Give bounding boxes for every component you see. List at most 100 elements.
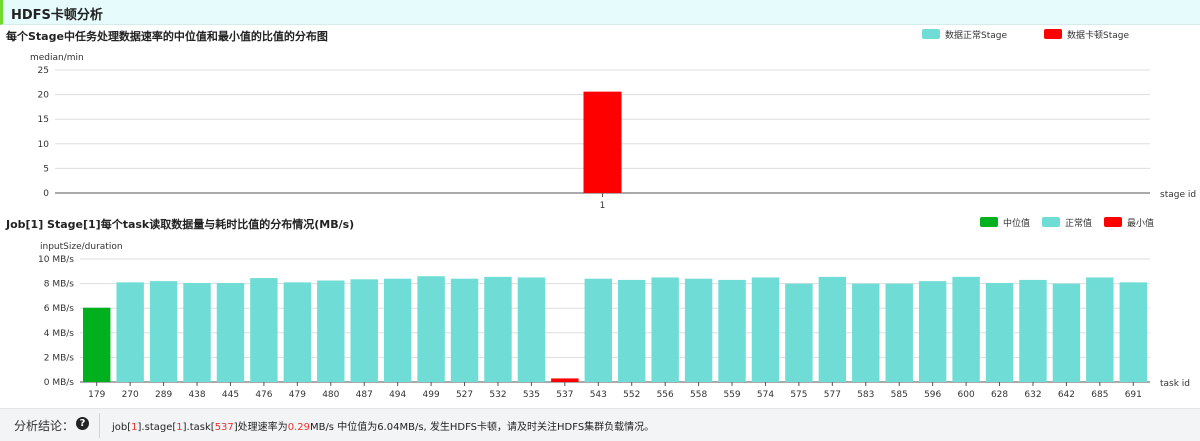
- legend-label: 正常值: [1065, 217, 1092, 229]
- x-tick-label: 691: [1125, 390, 1142, 400]
- x-tick-label: 527: [456, 390, 473, 400]
- x-tick-label: 632: [1024, 390, 1041, 400]
- y-tick-label: 20: [38, 91, 50, 101]
- x-tick-label: 642: [1058, 390, 1075, 400]
- x-axis-label: task id: [1160, 379, 1190, 389]
- bar: [283, 282, 312, 382]
- bar: [317, 280, 345, 382]
- x-tick-label: 577: [824, 390, 841, 400]
- legend-swatch: [1104, 217, 1122, 227]
- legend-label: 最小值: [1127, 217, 1154, 229]
- bar: [551, 378, 579, 382]
- bar: [216, 282, 245, 382]
- x-tick-label: 535: [523, 390, 540, 400]
- x-tick-label: 270: [122, 390, 139, 400]
- legend-swatch: [922, 29, 940, 39]
- x-tick-label: 480: [322, 390, 339, 400]
- bar: [583, 91, 622, 193]
- conclusion-label: 分析结论：: [14, 419, 75, 433]
- bar: [684, 278, 713, 382]
- bar: [484, 276, 512, 382]
- bar: [918, 281, 947, 382]
- legend-swatch: [980, 217, 998, 227]
- x-tick-label: 476: [255, 390, 272, 400]
- legend-label: 数据正常Stage: [945, 29, 1007, 41]
- bar: [751, 277, 780, 382]
- x-tick-label: 487: [356, 390, 373, 400]
- x-tick-label: 438: [188, 390, 205, 400]
- x-tick-label: 552: [623, 390, 640, 400]
- x-tick-label: 537: [556, 390, 573, 400]
- bar: [350, 279, 378, 382]
- bar: [1052, 283, 1081, 382]
- bar: [651, 277, 679, 382]
- bar: [417, 276, 445, 382]
- x-tick-label: 289: [155, 390, 172, 400]
- bar: [383, 278, 412, 382]
- section-header: HDFS卡顿分析: [0, 0, 1200, 25]
- y-axis-label: inputSize/duration: [40, 242, 123, 252]
- task-rate-chart: inputSize/duration 0 MB/s 2 MB/s 4 MB/s 6 MB…: [38, 217, 1190, 400]
- x-tick-label: 179: [88, 390, 105, 400]
- x-tick-label: 559: [723, 390, 740, 400]
- y-tick-label: 15: [38, 115, 49, 125]
- y-tick-label: 10: [38, 140, 50, 150]
- bar: [183, 282, 211, 382]
- rate-value: 0.29: [287, 422, 310, 433]
- bar: [116, 282, 144, 382]
- legend-label: 中位值: [1003, 217, 1030, 229]
- bar: [885, 283, 913, 382]
- x-tick-label: 574: [757, 390, 774, 400]
- x-tick-label: 479: [289, 390, 306, 400]
- bar: [250, 278, 278, 382]
- x-tick-label: 585: [891, 390, 908, 400]
- bar: [584, 278, 612, 382]
- y-tick-label: 0: [43, 189, 49, 199]
- bar: [718, 279, 746, 382]
- bar: [952, 276, 980, 382]
- task-id: 537: [214, 422, 234, 433]
- bar: [450, 278, 479, 382]
- y-tick-label: 0 MB/s: [44, 378, 75, 388]
- x-tick-label: 445: [222, 390, 239, 400]
- bar: [83, 307, 111, 382]
- x-tick-label: 543: [590, 390, 607, 400]
- legend-swatch: [1042, 217, 1060, 227]
- x-tick-label: 556: [657, 390, 674, 400]
- y-tick-label: 4 MB/s: [44, 329, 75, 339]
- help-icon[interactable]: ?: [76, 417, 89, 430]
- x-tick-label: 558: [690, 390, 707, 400]
- bar: [985, 282, 1014, 382]
- y-tick-label: 10 MB/s: [38, 255, 74, 265]
- y-tick-label: 2 MB/s: [44, 353, 75, 363]
- x-tick-label: 600: [958, 390, 975, 400]
- y-axis-label: median/min: [30, 53, 84, 63]
- x-tick-label: 499: [423, 390, 440, 400]
- y-tick-label: 6 MB/s: [44, 304, 75, 314]
- y-tick-label: 25: [38, 66, 49, 76]
- x-tick-label: 532: [489, 390, 506, 400]
- bar: [149, 281, 178, 382]
- bar: [1019, 279, 1047, 382]
- analysis-footer: 分析结论： ? job[1].stage[1].task[537]处理速率为0.…: [0, 408, 1200, 441]
- bar: [818, 276, 847, 382]
- legend-label: 数据卡顿Stage: [1067, 29, 1129, 41]
- conclusion-text: job[1].stage[1].task[537]处理速率为0.29MB/s 中…: [112, 422, 655, 433]
- section-title: HDFS卡顿分析: [11, 8, 103, 23]
- stage-ratio-chart: median/min 0 5 10 15 20 25 stage id 1 数据卡顿Stage 数据…: [30, 29, 1196, 211]
- bar: [618, 279, 646, 382]
- footer-divider: [99, 413, 100, 438]
- x-tick-label: 583: [857, 390, 874, 400]
- bar: [517, 277, 546, 382]
- x-tick-label: 628: [991, 390, 1008, 400]
- x-tick-label: 596: [924, 390, 941, 400]
- bar: [1119, 282, 1147, 382]
- x-tick-label: 1: [600, 201, 606, 211]
- x-tick-label: 685: [1091, 390, 1108, 400]
- legend-swatch: [1044, 29, 1062, 39]
- y-tick-label: 5: [43, 164, 49, 174]
- bar: [1086, 277, 1114, 382]
- x-tick-label: 575: [790, 390, 807, 400]
- x-tick-label: 494: [389, 390, 406, 400]
- x-axis-label: stage id: [1160, 190, 1196, 200]
